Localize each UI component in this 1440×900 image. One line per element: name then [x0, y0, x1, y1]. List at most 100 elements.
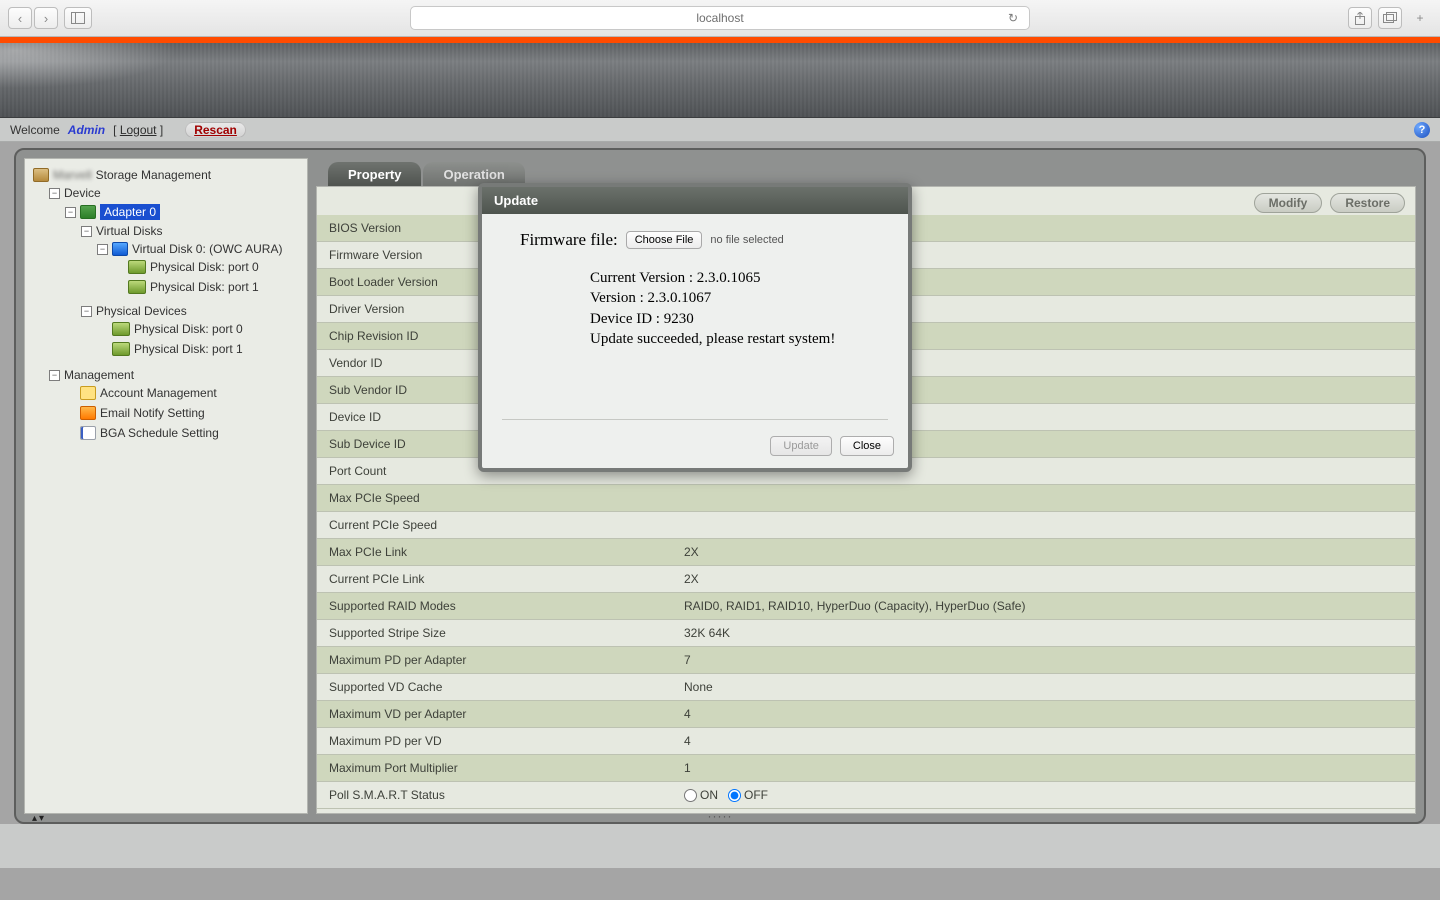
property-label: Supported Stripe Size — [317, 620, 672, 647]
sidebar-toggle-button[interactable] — [64, 7, 92, 29]
property-label: Max PCIe Link — [317, 539, 672, 566]
firmware-file-label: Firmware file: — [520, 230, 618, 250]
tree-management[interactable]: − Management — [47, 367, 303, 383]
tree-vd0-pd0[interactable]: Physical Disk: port 0 — [111, 259, 303, 275]
tabs-button[interactable] — [1378, 7, 1402, 29]
property-label: Maximum VD per Adapter — [317, 701, 672, 728]
property-value: 2X — [672, 566, 1415, 593]
address-url: localhost — [696, 11, 743, 25]
tree-vd0[interactable]: − Virtual Disk 0: (OWC AURA) — [95, 241, 303, 257]
schedule-icon — [80, 426, 96, 440]
collapse-icon[interactable]: − — [49, 188, 60, 199]
rescan-button[interactable]: Rescan — [185, 122, 246, 138]
property-label: Current PCIe Link — [317, 566, 672, 593]
property-value: None — [672, 674, 1415, 701]
tree-root[interactable]: Marvell Storage Management — [31, 167, 303, 183]
table-row: Current PCIe Link2X — [317, 566, 1415, 593]
property-value: 32K 64K — [672, 620, 1415, 647]
logout-link[interactable]: Logout — [120, 123, 157, 137]
property-value: 2X — [672, 539, 1415, 566]
nav-tree: Marvell Storage Management − Device − — [24, 158, 308, 814]
collapse-icon[interactable]: − — [81, 226, 92, 237]
table-row: Max PCIe Speed — [317, 485, 1415, 512]
virtual-disk-icon — [112, 242, 128, 256]
dialog-close-button[interactable]: Close — [840, 436, 894, 456]
mail-icon — [80, 406, 96, 420]
welcome-bar: Welcome Admin [ Logout ] Rescan ? — [0, 118, 1440, 142]
table-row: Maximum PD per Adapter7 — [317, 647, 1415, 674]
collapse-icon[interactable]: − — [81, 306, 92, 317]
panel-resize-handle[interactable]: ▴▾ — [32, 813, 44, 824]
restore-button[interactable]: Restore — [1330, 193, 1405, 213]
browser-toolbar: ‹ › localhost ↻ + — [0, 0, 1440, 37]
property-label: Maximum Port Multiplier — [317, 755, 672, 782]
table-row: Max PCIe Link2X — [317, 539, 1415, 566]
property-value — [672, 512, 1415, 539]
device-id-text: Device ID : 9230 — [590, 309, 888, 329]
tree-email-notify[interactable]: Email Notify Setting — [63, 405, 303, 421]
property-label: Supported VD Cache — [317, 674, 672, 701]
content-tabs: Property Operation — [316, 158, 1416, 186]
smart-off-radio[interactable] — [728, 789, 741, 802]
frame-grip-icon[interactable]: ····· — [708, 809, 733, 823]
tree-pd1[interactable]: Physical Disk: port 1 — [95, 341, 303, 357]
disk-icon — [112, 342, 130, 356]
dialog-update-button[interactable]: Update — [770, 436, 831, 456]
collapse-icon[interactable]: − — [49, 370, 60, 381]
dialog-title: Update — [482, 187, 908, 214]
table-row: Current PCIe Speed — [317, 512, 1415, 539]
help-icon[interactable]: ? — [1414, 122, 1430, 138]
reload-icon[interactable]: ↻ — [1004, 9, 1022, 27]
update-dialog: Update Firmware file: Choose File no fil… — [478, 183, 912, 472]
tree-bga-schedule[interactable]: BGA Schedule Setting — [63, 425, 303, 441]
property-label: Poll S.M.A.R.T Status — [317, 782, 672, 809]
tree-adapter-0[interactable]: − Adapter 0 — [63, 203, 303, 221]
smart-on-option[interactable]: ON — [684, 788, 718, 802]
property-label: Maximum PD per VD — [317, 728, 672, 755]
disk-icon — [128, 260, 146, 274]
property-value: 1 — [672, 755, 1415, 782]
tree-account-mgmt[interactable]: Account Management — [63, 385, 303, 401]
share-button[interactable] — [1348, 7, 1372, 29]
collapse-icon[interactable]: − — [65, 207, 76, 218]
table-row: Maximum Port Multiplier1 — [317, 755, 1415, 782]
smart-off-option[interactable]: OFF — [728, 788, 768, 802]
property-label: Maximum PD per Adapter — [317, 647, 672, 674]
property-value: ON OFF — [672, 782, 1415, 809]
table-row: Supported RAID ModesRAID0, RAID1, RAID10… — [317, 593, 1415, 620]
table-row: Maximum VD per Adapter4 — [317, 701, 1415, 728]
property-label: Current PCIe Speed — [317, 512, 672, 539]
current-version-text: Current Version : 2.3.0.1065 — [590, 268, 888, 288]
property-label: Supported RAID Modes — [317, 593, 672, 620]
nav-back-button[interactable]: ‹ — [8, 7, 32, 29]
app-banner — [0, 43, 1440, 118]
sidebar-icon — [71, 12, 85, 24]
address-bar[interactable]: localhost ↻ — [410, 6, 1030, 30]
table-row: Poll S.M.A.R.T Status ON OFF — [317, 782, 1415, 809]
tree-pd0[interactable]: Physical Disk: port 0 — [95, 321, 303, 337]
property-value — [672, 485, 1415, 512]
nav-forward-button[interactable]: › — [34, 7, 58, 29]
file-status-text: no file selected — [710, 234, 783, 246]
property-value: 4 — [672, 701, 1415, 728]
tree-device[interactable]: − Device — [47, 185, 303, 201]
modify-button[interactable]: Modify — [1254, 193, 1323, 213]
disk-icon — [112, 322, 130, 336]
tree-virtual-disks[interactable]: − Virtual Disks — [79, 223, 303, 239]
disk-icon — [128, 280, 146, 294]
tree-physical-devices[interactable]: − Physical Devices — [79, 303, 303, 319]
tab-property[interactable]: Property — [328, 162, 421, 186]
property-value: 4 — [672, 728, 1415, 755]
update-status-text: Update succeeded, please restart system! — [590, 329, 888, 349]
tabs-icon — [1383, 12, 1397, 24]
property-value: 7 — [672, 647, 1415, 674]
smart-on-radio[interactable] — [684, 789, 697, 802]
new-tab-button[interactable]: + — [1408, 7, 1432, 29]
new-version-text: Version : 2.3.0.1067 — [590, 288, 888, 308]
current-user: Admin — [68, 123, 105, 137]
account-icon — [80, 386, 96, 400]
tree-vd0-pd1[interactable]: Physical Disk: port 1 — [111, 279, 303, 295]
choose-file-button[interactable]: Choose File — [626, 231, 703, 249]
collapse-icon[interactable]: − — [97, 244, 108, 255]
host-icon — [33, 168, 49, 182]
